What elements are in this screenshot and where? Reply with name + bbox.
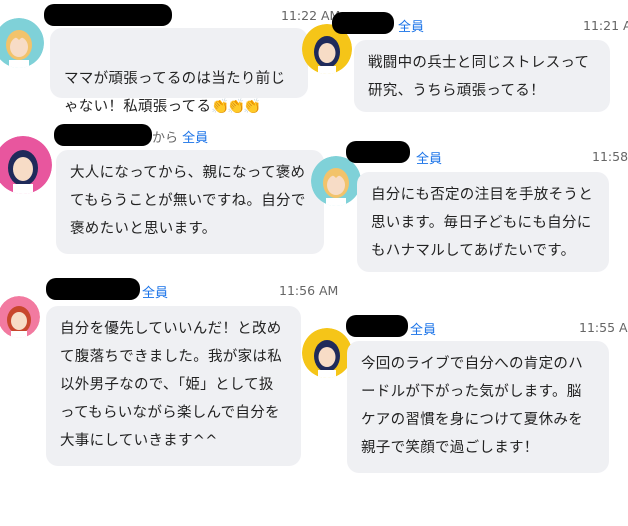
avatar-redhair-pink-icon bbox=[0, 296, 40, 338]
redacted-sender-name bbox=[54, 124, 152, 146]
message-bubble: 自分を優先していいんだ！と改めて腹落ちできました。我が家は私以外男子なので、「姫… bbox=[46, 306, 301, 466]
recipient-label[interactable]: 全員 bbox=[410, 319, 436, 338]
recipient-label[interactable]: 全員 bbox=[398, 16, 424, 35]
user-avatar[interactable] bbox=[0, 136, 52, 194]
user-avatar[interactable] bbox=[0, 18, 44, 68]
avatar-darkhair-pink-icon bbox=[0, 136, 52, 194]
message-timestamp: 11:21 A bbox=[583, 18, 628, 33]
message-bubble: ママが頑張ってるのは当たり前じゃない！私頑張ってる👏👏👏 bbox=[50, 28, 308, 115]
message-bubble: 自分にも否定の注目を手放そうと思います。毎日子どもにも自分にもハナマルしてあげた… bbox=[357, 172, 609, 272]
redacted-sender-name bbox=[346, 141, 410, 163]
message-timestamp: 11:58 bbox=[592, 149, 628, 164]
recipient-label[interactable]: 全員 bbox=[142, 282, 168, 301]
redacted-sender-name bbox=[346, 315, 408, 337]
avatar-darkhair-yellow-icon bbox=[302, 328, 352, 378]
avatar-blonde-teal-icon bbox=[0, 18, 44, 68]
message-bubble: 大人になってから、親になって褒めてもらうことが無いですね。自分で褒めたいと思いま… bbox=[56, 150, 324, 254]
message-timestamp: 11:55 A bbox=[579, 320, 628, 335]
recipient-label[interactable]: 全員 bbox=[416, 148, 442, 167]
avatar-blonde-teal-icon bbox=[311, 156, 361, 206]
user-avatar[interactable] bbox=[302, 328, 352, 378]
redacted-sender-name bbox=[44, 4, 172, 26]
message-bubble: 戦闘中の兵士と同じストレスって研究、うちら頑張ってる！ bbox=[354, 40, 610, 112]
redacted-sender-name bbox=[332, 12, 394, 34]
recipient-label[interactable]: から 全員 bbox=[152, 127, 208, 146]
user-avatar[interactable] bbox=[311, 156, 361, 206]
user-avatar[interactable] bbox=[0, 296, 40, 338]
recipient-name: 全員 bbox=[182, 131, 209, 146]
redacted-sender-name bbox=[46, 278, 140, 300]
recipient-prefix: から bbox=[152, 131, 179, 146]
message-timestamp: 11:56 AM bbox=[279, 283, 339, 298]
clapping-hands-emoji: 👏👏👏 bbox=[211, 99, 261, 115]
message-bubble: 今回のライブで自分への肯定のハードルが下がった気がします。脳ケアの習慣を身につけ… bbox=[347, 341, 609, 473]
